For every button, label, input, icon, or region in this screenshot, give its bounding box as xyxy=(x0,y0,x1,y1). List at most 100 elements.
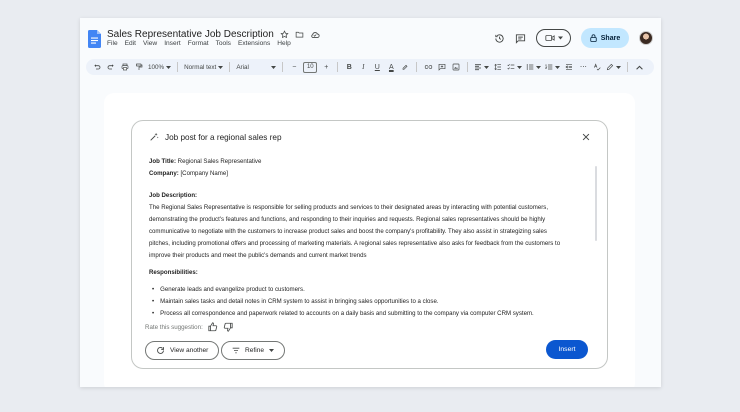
increase-font-size-button[interactable]: + xyxy=(321,62,331,72)
chevron-down-icon xyxy=(517,65,523,69)
list-item-text: Generate leads and evangelize product to… xyxy=(160,286,305,293)
paragraph-style-select[interactable]: Normal text xyxy=(184,63,224,71)
font-family-select[interactable]: Arial xyxy=(236,63,277,71)
align-select[interactable] xyxy=(474,63,490,71)
menu-format[interactable]: Format xyxy=(188,40,209,47)
help-me-write-dialog: Job post for a regional sales rep Job Ti… xyxy=(131,120,608,369)
job-title-line: Job Title: Regional Sales Representative xyxy=(149,156,589,168)
description-line: communicative to negotiate with the cust… xyxy=(149,228,547,235)
description-line: The Regional Sales Representative is res… xyxy=(149,204,549,211)
list-item: • Maintain sales tasks and detail notes i… xyxy=(149,296,589,308)
chevron-down-icon xyxy=(555,65,561,69)
menu-view[interactable]: View xyxy=(143,40,157,47)
menu-edit[interactable]: Edit xyxy=(125,40,136,47)
comment-icon[interactable] xyxy=(515,33,526,44)
menu-tools[interactable]: Tools xyxy=(216,40,231,47)
share-button[interactable]: Share xyxy=(581,28,629,48)
docs-window: Sales Representative Job Description Fil… xyxy=(80,18,661,387)
rate-label: Rate this suggestion: xyxy=(145,323,203,331)
toolbar-divider xyxy=(416,62,418,72)
menu-file[interactable]: File xyxy=(107,40,118,47)
paragraph-style-value: Normal text xyxy=(184,63,217,71)
menu-extensions[interactable]: Extensions xyxy=(238,40,270,47)
meet-button[interactable] xyxy=(536,29,571,47)
document-title[interactable]: Sales Representative Job Description xyxy=(107,29,274,40)
lock-icon xyxy=(590,34,597,42)
menu-help[interactable]: Help xyxy=(277,40,291,47)
list-item-text: Process all correspondence and paperwork… xyxy=(160,310,534,317)
numbered-list-icon xyxy=(545,64,553,70)
job-title-value: Regional Sales Representative xyxy=(175,158,262,165)
bulleted-list-select[interactable] xyxy=(526,63,542,71)
checklist-select[interactable] xyxy=(507,63,523,71)
editing-mode-select[interactable] xyxy=(606,63,622,71)
numbered-list-select[interactable] xyxy=(545,63,561,71)
collapse-toolbar-icon[interactable] xyxy=(634,62,644,72)
decrease-indent-icon[interactable] xyxy=(564,62,574,72)
chevron-down-icon xyxy=(271,65,277,69)
cloud-saved-icon[interactable] xyxy=(310,30,320,39)
formatting-toolbar: 100% Normal text Arial − 10 + B I U A ⋯ xyxy=(86,59,654,75)
toolbar-divider xyxy=(627,62,629,72)
star-icon[interactable] xyxy=(280,29,289,39)
description-line: demonstrating the product's features and… xyxy=(149,216,546,223)
zoom-select[interactable]: 100% xyxy=(148,64,172,71)
toolbar-divider xyxy=(337,62,339,72)
undo-icon[interactable] xyxy=(92,62,102,72)
line-spacing-icon[interactable] xyxy=(493,62,503,72)
toolbar-divider xyxy=(282,62,284,72)
toolbar-divider xyxy=(229,62,231,72)
refine-button[interactable]: Refine xyxy=(221,341,286,360)
docs-logo-icon[interactable] xyxy=(88,30,101,48)
thumbs-up-icon[interactable] xyxy=(208,322,218,332)
toolbar-divider xyxy=(177,62,179,72)
description-line: improve their products and meet the publ… xyxy=(149,252,367,259)
chevron-down-icon xyxy=(616,65,622,69)
text-color-icon[interactable]: A xyxy=(386,62,396,72)
refine-label: Refine xyxy=(245,347,265,354)
meet-video-icon xyxy=(544,34,555,42)
view-another-button[interactable]: View another xyxy=(145,341,220,360)
description-heading: Job Description: xyxy=(149,192,198,199)
bold-icon[interactable]: B xyxy=(344,62,354,72)
italic-icon[interactable]: I xyxy=(358,62,368,72)
checklist-icon xyxy=(507,64,515,70)
font-family-value: Arial xyxy=(236,63,249,71)
bullet-icon: • xyxy=(152,286,155,293)
underline-icon[interactable]: U xyxy=(372,62,382,72)
link-icon[interactable] xyxy=(423,62,433,72)
share-label: Share xyxy=(600,34,621,42)
chevron-down-icon xyxy=(218,65,224,69)
print-icon[interactable] xyxy=(120,62,130,72)
chevron-down-icon xyxy=(536,65,542,69)
thumbs-down-icon[interactable] xyxy=(223,322,233,332)
avatar[interactable] xyxy=(639,31,653,45)
close-icon[interactable] xyxy=(581,132,591,142)
company-value: [Company Name] xyxy=(178,170,228,177)
refresh-icon xyxy=(156,346,165,355)
more-options-icon[interactable]: ⋯ xyxy=(578,62,588,72)
menu-bar: File Edit View Insert Format Tools Exten… xyxy=(107,40,291,47)
prompt-text: Job post for a regional sales rep xyxy=(165,132,282,142)
scrollbar[interactable] xyxy=(595,166,597,241)
job-title-label: Job Title: xyxy=(149,158,176,165)
decrease-font-size-button[interactable]: − xyxy=(289,62,299,72)
company-line: Company: [Company Name] xyxy=(149,168,589,180)
magic-wand-icon xyxy=(149,132,159,142)
pencil-icon xyxy=(607,63,614,71)
folder-move-icon[interactable] xyxy=(295,30,304,39)
redo-icon[interactable] xyxy=(106,62,116,72)
responsibilities-heading: Responsibilities: xyxy=(149,269,198,276)
chevron-down-icon xyxy=(557,36,563,40)
insert-button[interactable]: Insert xyxy=(546,340,588,359)
chevron-down-icon xyxy=(484,65,490,69)
insert-image-icon[interactable] xyxy=(451,62,461,72)
toolbar-divider xyxy=(467,62,469,72)
history-icon[interactable] xyxy=(494,33,505,44)
add-comment-icon[interactable] xyxy=(437,62,447,72)
spellcheck-icon[interactable] xyxy=(592,62,602,72)
menu-insert[interactable]: Insert xyxy=(164,40,181,47)
font-size-input[interactable]: 10 xyxy=(303,61,318,73)
highlight-icon[interactable] xyxy=(400,62,410,72)
paint-format-icon[interactable] xyxy=(134,62,144,72)
